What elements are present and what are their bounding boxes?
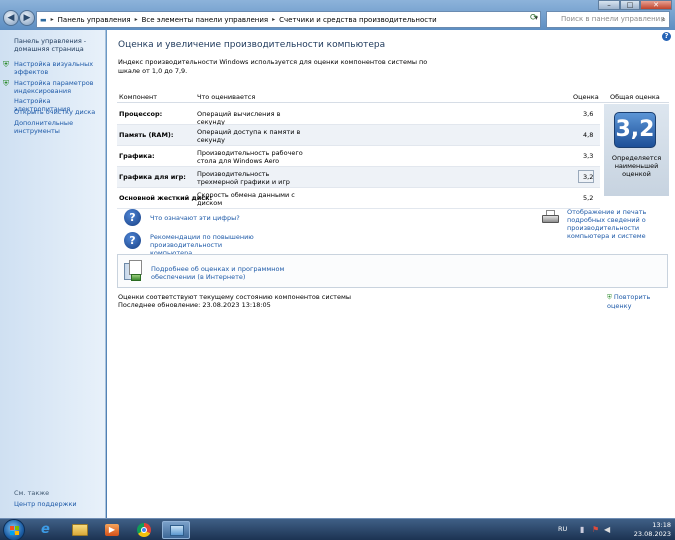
table-row: Графика для игр: Производительность трех… <box>117 167 600 188</box>
table-row: Графика: Производительность рабочего сто… <box>117 146 600 167</box>
row-description: Скорость обмена данными с диском <box>197 191 295 207</box>
row-score: 5,2 <box>583 194 594 202</box>
sidebar-item-action-center[interactable]: Центр поддержки <box>14 500 104 508</box>
folder-icon <box>72 524 88 536</box>
shield-icon: ⛨ <box>3 60 9 69</box>
clock[interactable]: 13:18 23.08.2023 <box>634 521 671 539</box>
row-description: Производительность рабочего стола для Wi… <box>197 149 303 165</box>
title-bar: – □ ✕ ◀ ▶ ▬ ▸ Панель управления ▸ Все эл… <box>0 0 675 30</box>
row-score: 3,6 <box>583 110 594 118</box>
overall-score-caption: Определяется наименьшей оценкой <box>611 154 662 178</box>
flag-icon[interactable]: ⚑ <box>592 525 601 534</box>
breadcrumb-performance[interactable]: Счетчики и средства производительности <box>279 16 437 24</box>
printer-icon <box>540 210 560 225</box>
sidebar-item-indexing[interactable]: Настройка параметров индексирования <box>14 79 104 95</box>
maximize-button[interactable]: □ <box>620 0 640 10</box>
overall-score-badge: 3,2 <box>614 112 656 148</box>
status-text: Оценки соответствуют текущему состоянию … <box>118 293 351 309</box>
address-bar[interactable]: ▬ ▸ Панель управления ▸ Все элементы пан… <box>36 11 541 28</box>
sidebar-item-visual-effects[interactable]: Настройка визуальных эффектов <box>14 60 104 76</box>
question-icon: ? <box>124 209 141 226</box>
close-button[interactable]: ✕ <box>640 0 672 10</box>
column-score: Оценка <box>573 93 599 101</box>
internet-explorer-icon: e <box>41 522 50 537</box>
details-online-link[interactable]: Подробнее об оценках и программном обесп… <box>151 265 301 281</box>
row-score: 4,8 <box>583 131 594 139</box>
shield-icon: ⛨ <box>3 79 9 88</box>
search-icon[interactable]: ⌕ <box>662 12 666 27</box>
see-also-heading: См. также <box>14 489 50 497</box>
language-indicator[interactable]: RU <box>558 525 567 533</box>
taskbar: e ▶ RU ▮ ⚑ ◀ 13:18 23.08.2023 <box>0 518 675 540</box>
column-overall: Общая оценка <box>610 93 660 101</box>
row-description: Производительность трехмерной графики и … <box>197 170 290 186</box>
last-update: Последнее обновление: 23.08.2023 13:18:0… <box>118 301 271 309</box>
network-icon[interactable]: ▮ <box>580 525 589 534</box>
breadcrumb-separator-icon[interactable]: ▸ <box>135 16 138 23</box>
sidebar-item-disk-cleanup[interactable]: Открыть очистку диска <box>14 108 104 116</box>
breadcrumb-separator-icon[interactable]: ▸ <box>272 16 275 23</box>
taskbar-chrome[interactable] <box>130 521 158 539</box>
back-icon[interactable]: ◀ <box>3 10 19 26</box>
breadcrumb-separator-icon[interactable]: ▸ <box>51 16 54 23</box>
intro-text: Индекс производительности Windows исполь… <box>118 58 428 75</box>
rerun-label: Повторить оценку <box>607 293 651 310</box>
table-header: Компонент Что оценивается Оценка Общая о… <box>117 90 669 103</box>
forward-icon[interactable]: ▶ <box>19 10 35 26</box>
row-component: Процессор: <box>119 110 163 118</box>
table-row: Процессор: Операций вычисления в секунду… <box>117 104 600 126</box>
windows-logo-icon <box>10 526 19 535</box>
taskbar-control-panel[interactable] <box>162 521 190 539</box>
row-score: 3,3 <box>583 152 594 160</box>
row-description: Операций вычисления в секунду <box>197 110 281 126</box>
table-row: Память (RAM): Операций доступа к памяти … <box>117 125 600 146</box>
row-score: 3,2 <box>583 173 594 181</box>
taskbar-ie[interactable]: e <box>34 521 62 539</box>
refresh-icon[interactable]: ⟳ <box>530 13 538 23</box>
what-numbers-link[interactable]: Что означают эти цифры? <box>150 214 240 222</box>
rerun-assessment-link[interactable]: ⛨ Повторить оценку <box>607 293 675 310</box>
breadcrumb-control-panel[interactable]: Панель управления <box>58 16 131 24</box>
search-placeholder: Поиск в панели управления <box>561 15 665 23</box>
control-panel-icon <box>170 525 184 536</box>
minimize-button[interactable]: – <box>598 0 620 10</box>
row-component: Память (RAM): <box>119 131 174 139</box>
control-panel-window: – □ ✕ ◀ ▶ ▬ ▸ Панель управления ▸ Все эл… <box>0 0 675 518</box>
media-player-icon: ▶ <box>105 524 119 536</box>
question-icon: ? <box>124 232 141 249</box>
book-icon <box>122 260 144 282</box>
row-component: Графика: <box>119 152 155 160</box>
sidebar-home-link[interactable]: Панель управления - домашняя страница <box>14 37 104 53</box>
breadcrumb-all-items[interactable]: Все элементы панели управления <box>142 16 269 24</box>
control-panel-folder-icon: ▬ <box>40 15 47 24</box>
overall-score-panel: 3,2 Определяется наименьшей оценкой <box>604 104 669 196</box>
column-component: Компонент <box>119 93 158 101</box>
page-title: Оценка и увеличение производительности к… <box>118 40 386 50</box>
task-pane: Панель управления - домашняя страница ⛨ … <box>0 30 106 518</box>
shield-icon: ⛨ <box>607 293 612 301</box>
status-line: Оценки соответствуют текущему состоянию … <box>118 293 351 301</box>
taskbar-media-player[interactable]: ▶ <box>98 521 126 539</box>
main-content: ? Оценка и увеличение производительности… <box>107 30 675 518</box>
search-input[interactable]: Поиск в панели управления ⌕ <box>546 11 670 28</box>
start-button[interactable] <box>3 519 25 540</box>
sidebar-item-advanced-tools[interactable]: Дополнительные инструменты <box>14 119 104 135</box>
speaker-icon[interactable]: ◀ <box>604 525 613 534</box>
clock-date: 23.08.2023 <box>633 530 671 538</box>
clock-time: 13:18 <box>652 521 671 529</box>
info-box: Подробнее об оценках и программном обесп… <box>117 254 668 288</box>
row-description: Операций доступа к памяти в секунду <box>197 128 301 144</box>
table-row: Основной жесткий диск: Скорость обмена д… <box>117 188 600 209</box>
column-rated: Что оценивается <box>197 93 256 101</box>
help-icon[interactable]: ? <box>662 32 671 41</box>
row-component: Графика для игр: <box>119 173 186 181</box>
print-details-link[interactable]: Отображение и печать подробных сведений … <box>567 208 671 240</box>
taskbar-explorer[interactable] <box>66 521 94 539</box>
